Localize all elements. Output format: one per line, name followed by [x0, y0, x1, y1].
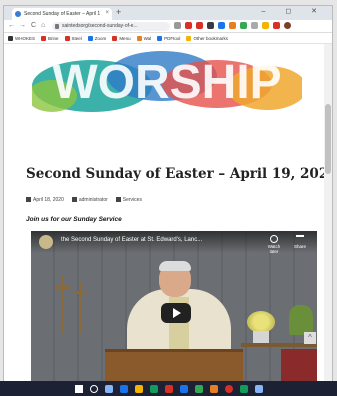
app-icon[interactable]	[149, 384, 158, 393]
post-title: Second Sunday of Easter – April 19, 2020	[26, 166, 326, 182]
extension-icon[interactable]	[251, 22, 258, 29]
altar-cloth	[281, 349, 317, 382]
reload-icon[interactable]: C	[31, 22, 36, 29]
bookmark-icon	[112, 35, 118, 41]
banner-text: WORSHIP	[52, 56, 281, 109]
bookmark-icon	[87, 35, 93, 41]
apps-icon	[8, 35, 13, 41]
folder-icon	[115, 197, 121, 203]
extension-icon[interactable]	[229, 22, 236, 29]
bookmark-icon	[136, 35, 142, 41]
candle-stand-arm	[55, 286, 70, 289]
bookmark-item[interactable]: Brine	[41, 35, 59, 41]
clock-icon	[270, 235, 278, 243]
browser-window: Second Sunday of Easter – April 1 × + – …	[3, 5, 333, 382]
star-icon[interactable]	[174, 22, 181, 29]
extension-icon[interactable]	[218, 22, 225, 29]
page-content: WORSHIP Second Sunday of Easter – April …	[4, 44, 326, 382]
site-favicon-icon	[15, 11, 21, 17]
lock-icon	[55, 24, 59, 29]
post-date[interactable]: April 18, 2020	[26, 197, 64, 203]
bookmark-icon	[157, 35, 163, 41]
priest-hair	[159, 261, 191, 271]
home-icon[interactable]: ⌂	[41, 22, 45, 29]
user-icon	[71, 197, 77, 203]
start-icon[interactable]	[74, 384, 83, 393]
search-icon[interactable]	[89, 384, 98, 393]
candle-stand-arm	[73, 291, 88, 294]
bookmark-item[interactable]: WHOKES	[8, 35, 35, 41]
extension-icon[interactable]	[185, 22, 192, 29]
new-tab-button[interactable]: +	[116, 7, 121, 17]
folder-icon[interactable]	[134, 384, 143, 393]
worship-banner: WORSHIP	[32, 51, 302, 112]
share-button[interactable]: Share	[291, 235, 309, 249]
app-icon[interactable]	[179, 384, 188, 393]
intro-text: Join us for our Sunday Service	[26, 216, 122, 223]
channel-avatar[interactable]	[39, 235, 53, 249]
bookmark-item[interactable]: Zoom	[87, 35, 106, 41]
flower-pot	[253, 331, 269, 343]
bookmark-item[interactable]: Wal	[136, 35, 151, 41]
lectern	[105, 349, 243, 382]
bookmark-item[interactable]: PDFtool	[157, 35, 180, 41]
window-controls[interactable]: – ◻ ✕	[262, 7, 326, 15]
screenshot-stage: Second Sunday of Easter – April 1 × + – …	[0, 0, 337, 396]
app-icon[interactable]	[164, 384, 173, 393]
app-icon[interactable]	[119, 384, 128, 393]
post-meta: April 18, 2020 administrator Services	[26, 197, 142, 203]
tab-bar: Second Sunday of Easter – April 1 × + – …	[4, 6, 332, 20]
play-button[interactable]	[161, 303, 191, 323]
post-category[interactable]: Services	[115, 197, 142, 203]
bookmarks-bar: WHOKES Brine Steel Zoom Menu Wal PDFtool…	[4, 33, 332, 44]
tab-close-icon[interactable]: ×	[105, 10, 109, 16]
extension-icon[interactable]	[207, 22, 214, 29]
extension-icon[interactable]	[240, 22, 247, 29]
scroll-to-top-button[interactable]: ^	[304, 332, 316, 344]
forward-icon[interactable]: →	[19, 22, 26, 29]
bookmark-item[interactable]: Menu	[112, 35, 131, 41]
candle-stand	[61, 276, 64, 334]
taskview-icon[interactable]	[104, 384, 113, 393]
extension-icons	[174, 22, 291, 29]
bookmark-item[interactable]: Other bookmarks	[186, 35, 228, 41]
extension-icon[interactable]	[262, 22, 269, 29]
taskbar	[0, 381, 337, 396]
post-author[interactable]: administrator	[71, 197, 108, 203]
share-icon	[296, 235, 304, 243]
app-icon[interactable]	[194, 384, 203, 393]
bookmark-icon	[64, 35, 70, 41]
address-bar-row: ← → C ⌂ saintedsorg/second-sunday-of-e..…	[4, 20, 332, 33]
flower-arrangement	[247, 311, 275, 333]
back-icon[interactable]: ←	[8, 22, 15, 29]
app-icon[interactable]	[209, 384, 218, 393]
watch-later-button[interactable]: Watch later	[265, 235, 283, 254]
tab-active[interactable]: Second Sunday of Easter – April 1 ×	[12, 8, 112, 20]
folder-icon	[186, 35, 192, 41]
plant	[289, 305, 313, 335]
scrollbar-track[interactable]	[324, 44, 332, 382]
extension-icon[interactable]	[273, 22, 280, 29]
chrome-icon[interactable]	[224, 384, 233, 393]
calendar-icon	[26, 197, 31, 203]
url-text: saintedsorg/second-sunday-of-e...	[62, 23, 138, 29]
app-icon[interactable]	[254, 384, 263, 393]
candle-stand	[79, 281, 82, 333]
tab-title: Second Sunday of Easter – April 1	[24, 11, 101, 17]
video-title[interactable]: the Second Sunday of Easter at St. Edwar…	[61, 237, 202, 243]
bookmark-icon	[41, 35, 47, 41]
youtube-embed[interactable]: the Second Sunday of Easter at St. Edwar…	[31, 231, 317, 382]
bookmark-item[interactable]: Steel	[64, 35, 82, 41]
app-icon[interactable]	[239, 384, 248, 393]
url-field[interactable]: saintedsorg/second-sunday-of-e...	[52, 22, 170, 31]
extension-icon[interactable]	[196, 22, 203, 29]
profile-avatar[interactable]	[284, 22, 291, 29]
scrollbar-thumb[interactable]	[325, 104, 331, 174]
